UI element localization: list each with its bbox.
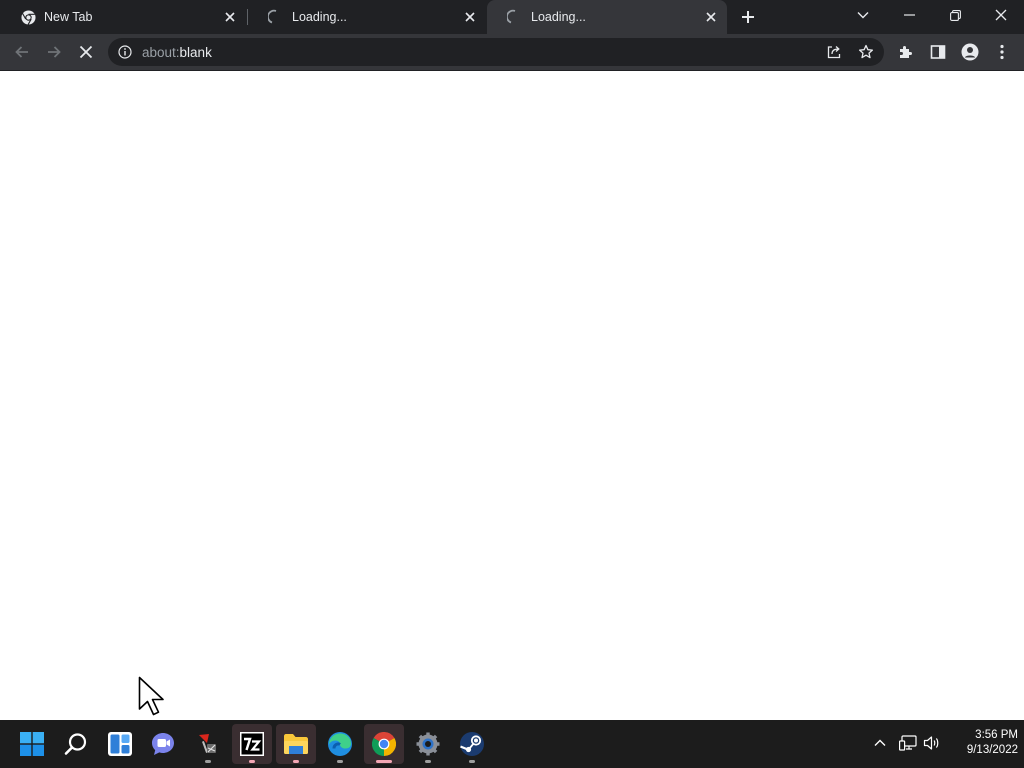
steam-button[interactable]	[452, 724, 492, 764]
stop-button[interactable]	[72, 38, 100, 66]
settings-icon	[416, 732, 440, 756]
edge-icon	[328, 732, 352, 756]
tab-close-icon[interactable]	[220, 7, 240, 27]
back-button[interactable]	[8, 38, 36, 66]
search-icon	[64, 733, 87, 755]
snipping-tool-button[interactable]	[188, 724, 228, 764]
tab-title: Loading...	[531, 10, 586, 24]
tab-title: New Tab	[44, 10, 93, 24]
side-panel-icon	[930, 45, 946, 59]
app-indicator	[293, 760, 299, 763]
edge-button[interactable]	[320, 724, 360, 764]
7zip-button[interactable]	[232, 724, 272, 764]
taskbar: 3:56 PM 9/13/2022	[0, 720, 1024, 768]
arrow-left-icon	[15, 46, 28, 58]
volume-control[interactable]	[921, 732, 943, 754]
teams-chat-icon	[152, 733, 174, 755]
app-indicator	[376, 760, 392, 763]
url-host: blank	[179, 45, 212, 60]
side-panel-button[interactable]	[924, 38, 952, 66]
avatar-icon	[961, 43, 979, 61]
puzzle-icon	[900, 46, 912, 58]
profile-button[interactable]	[956, 38, 984, 66]
steam-icon	[460, 732, 484, 756]
tab-new-tab[interactable]: New Tab	[0, 0, 246, 34]
restore-icon	[949, 9, 961, 21]
widgets-button[interactable]	[100, 724, 140, 764]
minimize-icon	[903, 14, 915, 16]
kebab-menu-icon	[1000, 44, 1004, 60]
mouse-cursor-icon	[138, 676, 164, 716]
snipping-tool-icon	[199, 734, 216, 753]
arrow-right-icon	[48, 46, 61, 58]
bookmark-star-icon[interactable]	[858, 44, 874, 60]
url-scheme: about:	[142, 45, 180, 60]
plus-icon	[742, 11, 754, 23]
chrome-button[interactable]	[364, 724, 404, 764]
forward-button[interactable]	[40, 38, 68, 66]
tab-loading-active[interactable]: Loading...	[487, 0, 727, 34]
clock-date: 9/13/2022	[966, 744, 1018, 756]
app-indicator	[469, 760, 475, 763]
spinner-icon	[507, 9, 523, 25]
new-tab-button[interactable]	[736, 5, 760, 29]
file-explorer-icon	[284, 734, 308, 754]
start-button[interactable]	[12, 724, 52, 764]
spinner-icon	[268, 9, 284, 25]
address-bar[interactable]: about:blank	[108, 38, 884, 66]
settings-button[interactable]	[408, 724, 448, 764]
tab-search-button[interactable]	[840, 0, 886, 30]
restore-button[interactable]	[932, 0, 978, 30]
clock-time: 3:56 PM	[975, 729, 1018, 741]
widgets-icon	[108, 732, 132, 756]
tab-title: Loading...	[292, 10, 347, 24]
share-icon[interactable]	[826, 44, 842, 60]
chrome-icon	[20, 9, 36, 25]
page-content[interactable]	[0, 71, 1024, 720]
start-icon	[20, 732, 44, 756]
chrome-icon	[372, 732, 396, 756]
clock[interactable]: 3:56 PM 9/13/2022	[946, 728, 1018, 758]
chevron-up-icon	[874, 739, 886, 746]
menu-button[interactable]	[988, 38, 1016, 66]
tab-close-icon[interactable]	[460, 7, 480, 27]
7zip-icon	[240, 732, 264, 756]
chat-button[interactable]	[144, 724, 184, 764]
address-text[interactable]: about:blank	[142, 45, 212, 60]
info-icon[interactable]	[117, 44, 133, 60]
app-indicator	[205, 760, 211, 763]
file-explorer-button[interactable]	[276, 724, 316, 764]
close-icon	[995, 9, 1007, 21]
browser-toolbar: about:blank	[0, 34, 1024, 71]
network-icon	[899, 735, 917, 751]
extensions-button[interactable]	[892, 38, 920, 66]
tab-strip: New Tab Loading... Loading...	[0, 0, 1024, 34]
minimize-button[interactable]	[886, 0, 932, 30]
app-indicator	[249, 760, 255, 763]
network-status[interactable]	[897, 732, 919, 754]
search-button[interactable]	[56, 724, 96, 764]
app-indicator	[337, 760, 343, 763]
tab-loading[interactable]: Loading...	[248, 0, 486, 34]
app-indicator	[425, 760, 431, 763]
stop-icon	[79, 45, 93, 59]
show-hidden-icons-button[interactable]	[869, 732, 891, 754]
close-window-button[interactable]	[978, 0, 1024, 30]
volume-icon	[923, 736, 939, 750]
tab-close-icon[interactable]	[701, 7, 721, 27]
chevron-down-icon	[857, 12, 869, 19]
